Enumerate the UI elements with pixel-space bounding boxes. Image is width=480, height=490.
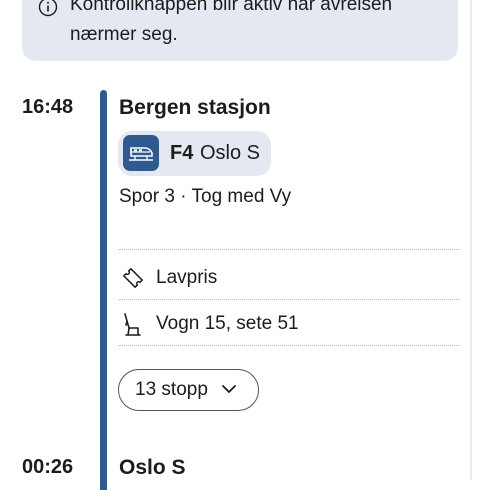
line-destination: Oslo S <box>200 142 261 164</box>
divider <box>119 249 459 250</box>
train-badge <box>123 135 159 171</box>
info-icon <box>38 0 58 17</box>
departure-time: 16:48 <box>22 96 74 118</box>
departure-station: Bergen stasjon <box>119 96 271 119</box>
line-chip[interactable]: F4 Oslo S <box>118 131 271 176</box>
scroll-edge <box>470 0 472 480</box>
info-notice-text: Kontrollknappen blir aktiv når avreisen … <box>70 0 393 45</box>
journey-timeline <box>100 90 107 490</box>
line-code: F4 <box>170 142 194 164</box>
chevron-down-icon <box>222 385 236 393</box>
divider <box>119 299 459 300</box>
seat-label: Vogn 15, sete 51 <box>156 313 299 334</box>
stops-toggle-button[interactable]: 13 stopp <box>118 369 259 411</box>
train-icon <box>129 147 153 161</box>
fare-label: Lavpris <box>156 267 218 288</box>
arrival-station: Oslo S <box>119 456 186 479</box>
track-info: Spor 3 · Tog med Vy <box>119 186 292 207</box>
arrival-time: 00:26 <box>22 456 74 478</box>
seat-icon <box>124 313 141 336</box>
divider <box>119 345 459 346</box>
ticket-icon <box>122 267 144 289</box>
stops-label: 13 stopp <box>135 379 208 400</box>
